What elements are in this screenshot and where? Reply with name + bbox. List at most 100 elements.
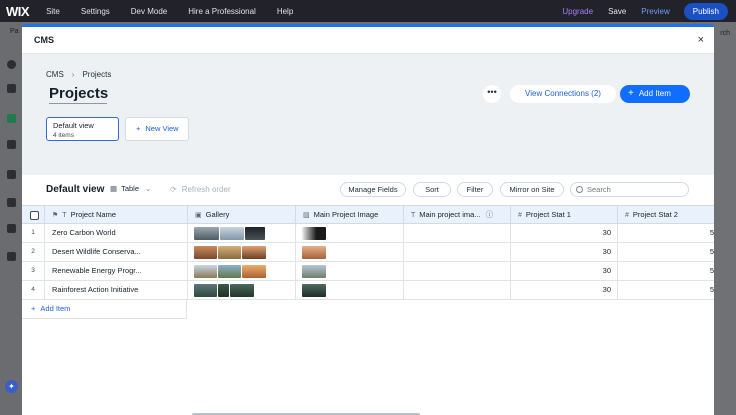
apps-icon[interactable] bbox=[7, 170, 16, 179]
project-name-cell[interactable]: Zero Carbon World bbox=[45, 224, 188, 243]
main-image-thumbnail bbox=[302, 227, 326, 240]
gallery-thumbnail bbox=[242, 265, 266, 278]
column-label: Main Project Image bbox=[313, 210, 379, 219]
new-view-button[interactable]: + New View bbox=[125, 117, 189, 141]
column-header-main-image-text[interactable]: T Main project ima... ⓘ bbox=[404, 206, 511, 225]
add-item-button[interactable]: + Add Item bbox=[620, 85, 690, 103]
cms-icon[interactable] bbox=[7, 252, 16, 261]
stat-2-cell[interactable]: 5 bbox=[618, 281, 714, 300]
menu-help[interactable]: Help bbox=[277, 7, 293, 16]
main-image-text-cell[interactable] bbox=[404, 262, 511, 281]
text-field-icon: T bbox=[62, 212, 67, 219]
stat-2-cell[interactable]: 5 bbox=[618, 243, 714, 262]
gallery-thumbnail bbox=[194, 265, 217, 278]
column-header-gallery[interactable]: ▣ Gallery bbox=[188, 206, 296, 225]
save-link[interactable]: Save bbox=[608, 7, 626, 16]
project-name-cell[interactable]: Rainforest Action Initiative bbox=[45, 281, 188, 300]
menu-site[interactable]: Site bbox=[46, 7, 60, 16]
breadcrumb-cms[interactable]: CMS bbox=[46, 70, 64, 79]
business-icon[interactable] bbox=[7, 198, 16, 207]
refresh-order-button[interactable]: ⟳ Refresh order bbox=[170, 185, 231, 194]
column-header-stat-1[interactable]: # Project Stat 1 bbox=[511, 206, 618, 225]
number-field-icon: # bbox=[625, 212, 629, 219]
info-icon[interactable]: ⓘ bbox=[486, 210, 494, 219]
modal-header: CMS × bbox=[22, 27, 714, 54]
stat-1-cell[interactable]: 30 bbox=[511, 224, 618, 243]
gallery-thumbnail bbox=[218, 265, 241, 278]
manage-fields-button[interactable]: Manage Fields bbox=[340, 182, 406, 197]
pages-icon[interactable] bbox=[7, 84, 16, 93]
stat-1-cell[interactable]: 30 bbox=[511, 243, 618, 262]
add-item-row[interactable]: + Add Item bbox=[22, 300, 187, 319]
chevron-right-icon: › bbox=[71, 70, 75, 79]
add-item-row-label: Add Item bbox=[40, 304, 71, 313]
main-image-cell[interactable] bbox=[296, 243, 404, 262]
select-all-checkbox[interactable] bbox=[30, 211, 39, 220]
main-image-thumbnail bbox=[302, 246, 326, 259]
refresh-order-label: Refresh order bbox=[181, 185, 231, 194]
menu-dev-mode[interactable]: Dev Mode bbox=[131, 7, 167, 16]
column-header-main-image[interactable]: ▨ Main Project Image bbox=[296, 206, 404, 225]
layout-select[interactable]: ▦ Table ⌄ bbox=[110, 184, 151, 193]
ai-sparkle-icon[interactable]: ✦ bbox=[5, 380, 18, 393]
more-actions-icon[interactable]: ••• bbox=[483, 85, 501, 103]
gallery-cell[interactable] bbox=[188, 224, 296, 243]
media-icon[interactable] bbox=[7, 224, 16, 233]
preview-link[interactable]: Preview bbox=[641, 7, 669, 16]
add-elements-icon[interactable] bbox=[7, 60, 16, 69]
default-view-card[interactable]: Default view 4 items bbox=[46, 117, 119, 141]
column-header-stat-2[interactable]: # Project Stat 2 bbox=[618, 206, 714, 225]
select-all-cell bbox=[22, 206, 45, 225]
stat-2-cell[interactable]: 5 bbox=[618, 224, 714, 243]
gallery-thumbnail bbox=[218, 246, 241, 259]
editor-actions: Upgrade Save Preview Publish bbox=[562, 3, 728, 20]
gallery-thumbnail bbox=[245, 227, 265, 240]
gallery-thumbnail bbox=[194, 246, 217, 259]
mirror-on-site-button[interactable]: Mirror on Site bbox=[500, 182, 564, 197]
theme-icon[interactable] bbox=[7, 140, 16, 149]
stat-2-cell[interactable]: 5 bbox=[618, 262, 714, 281]
upgrade-link[interactable]: Upgrade bbox=[562, 7, 593, 16]
menu-settings[interactable]: Settings bbox=[81, 7, 110, 16]
modal-title: CMS bbox=[34, 35, 54, 45]
text-field-icon: T bbox=[411, 212, 416, 219]
sort-button[interactable]: Sort bbox=[413, 182, 451, 197]
filter-button[interactable]: Filter bbox=[457, 182, 493, 197]
close-icon[interactable]: × bbox=[698, 34, 704, 46]
menu-hire-professional[interactable]: Hire a Professional bbox=[188, 7, 256, 16]
site-design-icon[interactable] bbox=[7, 114, 16, 123]
row-number: 1 bbox=[22, 224, 45, 243]
gallery-cell[interactable] bbox=[188, 281, 296, 300]
gallery-cell[interactable] bbox=[188, 262, 296, 281]
title-underline bbox=[49, 103, 107, 104]
refresh-icon: ⟳ bbox=[170, 185, 177, 194]
main-image-cell[interactable] bbox=[296, 224, 404, 243]
stat-1-cell[interactable]: 30 bbox=[511, 262, 618, 281]
gallery-thumbnail bbox=[218, 284, 229, 297]
wix-logo: WIX bbox=[6, 3, 30, 19]
project-name-cell[interactable]: Renewable Energy Progr... bbox=[45, 262, 188, 281]
main-image-thumbnail bbox=[302, 265, 326, 278]
view-connections-button[interactable]: View Connections (2) bbox=[510, 85, 616, 103]
view-name: Default view bbox=[53, 121, 94, 130]
main-image-cell[interactable] bbox=[296, 281, 404, 300]
cms-modal: CMS × CMS › Projects Projects ••• View C… bbox=[22, 24, 714, 415]
table-icon: ▦ bbox=[110, 184, 118, 193]
gallery-thumbnail bbox=[220, 227, 244, 240]
main-image-text-cell[interactable] bbox=[404, 224, 511, 243]
layout-label: Table bbox=[121, 184, 140, 193]
project-name-cell[interactable]: Desert Wildlife Conserva... bbox=[45, 243, 188, 262]
publish-button[interactable]: Publish bbox=[683, 3, 728, 20]
editor-top-bar: WIX Site Settings Dev Mode Hire a Profes… bbox=[0, 0, 736, 22]
search-input[interactable] bbox=[570, 182, 689, 197]
column-header-project-name[interactable]: ⚑ T Project Name bbox=[45, 206, 188, 225]
page-title[interactable]: Projects bbox=[49, 85, 108, 102]
flag-icon: ⚑ bbox=[52, 212, 59, 219]
main-image-text-cell[interactable] bbox=[404, 243, 511, 262]
main-image-cell[interactable] bbox=[296, 262, 404, 281]
stat-1-cell[interactable]: 30 bbox=[511, 281, 618, 300]
left-rail-hint: Pa bbox=[10, 28, 19, 35]
gallery-cell[interactable] bbox=[188, 243, 296, 262]
main-image-text-cell[interactable] bbox=[404, 281, 511, 300]
gallery-thumbnail bbox=[194, 227, 219, 240]
